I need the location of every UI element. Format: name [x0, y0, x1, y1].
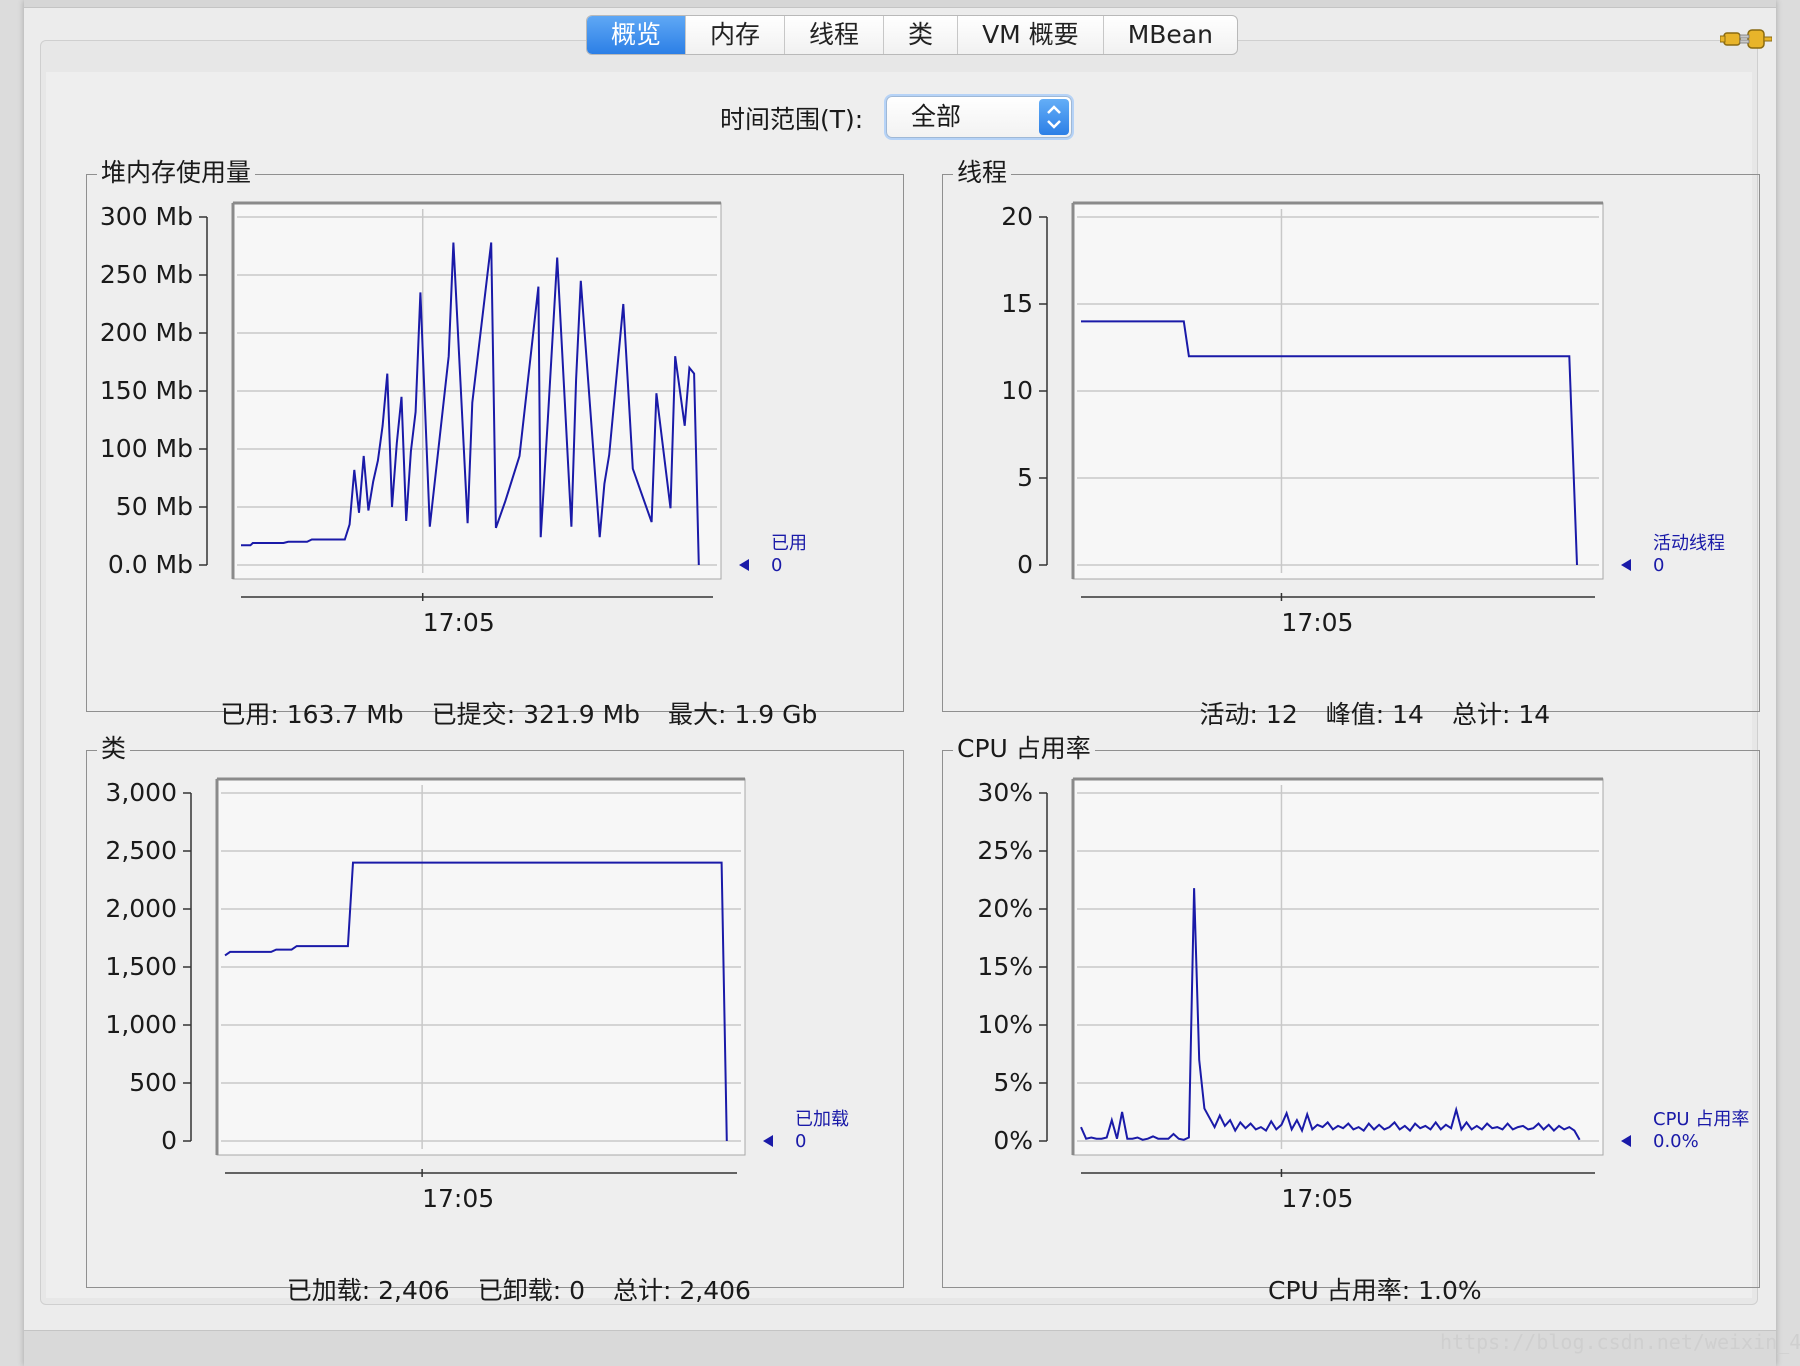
heap-x-tick-label: 17:05 — [423, 608, 495, 637]
classes-y-tick-label: 0 — [161, 1126, 177, 1155]
heap-legend-name: 已用 — [771, 533, 807, 554]
cpu-y-tick-label: 30% — [977, 778, 1033, 807]
legend-marker-icon — [1621, 1135, 1631, 1147]
threads-legend-value: 0 — [1653, 555, 1664, 576]
heap-max-stat: 最大: 1.9 Gb — [668, 700, 818, 729]
cpu-y-tick-label: 10% — [977, 1010, 1033, 1039]
heap-y-tick-label: 50 Mb — [116, 492, 193, 521]
threads-chart-panel: 线程 0 5 10 15 20 17:05 活动线程 0 活动: 12 峰值: 14 总计: 14 — [942, 157, 1760, 729]
time-range-value: 全部 — [911, 102, 962, 131]
time-range-select[interactable]: 全部 — [886, 96, 1072, 138]
classes-y-tick-label: 2,000 — [105, 894, 177, 923]
cpu-chart: 0% 5% 10% 15% 20% 25% 30% 17:05 CPU 占用率0.0% — [977, 777, 1749, 1213]
legend-marker-icon — [1621, 559, 1631, 571]
tab-classes[interactable]: 类 — [884, 16, 959, 54]
classes-y-tick-label: 3,000 — [105, 778, 177, 807]
cpu-legend-value: 0.0% — [1653, 1131, 1699, 1152]
cpu-y-tick-label: 5% — [993, 1068, 1033, 1097]
heap-committed-stat: 已提交: 321.9 Mb — [431, 700, 641, 729]
heap-y-tick-label: 250 Mb — [100, 260, 193, 289]
threads-total-stat: 总计: 14 — [1451, 700, 1551, 729]
cpu-y-tick-label: 0% — [993, 1126, 1033, 1155]
heap-y-tick-label: 300 Mb — [100, 202, 193, 231]
heap-y-tick-label: 0.0 Mb — [108, 550, 193, 579]
threads-live-stat: 活动: 12 — [1199, 700, 1298, 729]
classes-y-tick-label: 1,500 — [105, 952, 177, 981]
threads-x-tick-label: 17:05 — [1281, 608, 1353, 637]
tab-memory[interactable]: 内存 — [686, 16, 786, 54]
threads-y-tick-label: 5 — [1017, 463, 1033, 492]
title-strip — [24, 0, 1776, 8]
classes-chart-panel: 类 0 500 1,000 1,500 2,000 2,500 3,000 17:05 已加载 0… — [86, 733, 904, 1305]
watermark: https://blog.csdn.net/weixin_42330218 — [1440, 1330, 1800, 1354]
threads-y-tick-label: 10 — [1001, 376, 1033, 405]
classes-summary: 已加载: 2,406 已卸载: 0 总计: 2,406 — [87, 1243, 903, 1339]
tab-bar: 概览 内存 线程 类 VM 概要 MBean — [586, 15, 1238, 55]
classes-chart: 05001,0001,5002,0002,5003,00017:05已加载0 — [105, 777, 849, 1213]
classes-unloaded-stat: 已卸载: 0 — [477, 1276, 585, 1305]
cpu-y-tick-label: 20% — [977, 894, 1033, 923]
heap-chart: 0.0 Mb 50 Mb 100 Mb 150 Mb 200 Mb 250 Mb 300 M… — [100, 201, 807, 637]
cpu-summary: CPU 占用率: 1.0% — [943, 1243, 1759, 1339]
time-range-label: 时间范围(T): — [720, 105, 864, 134]
threads-peak-stat: 峰值: 14 — [1325, 700, 1424, 729]
cpu-legend-name: CPU 占用率 — [1653, 1109, 1749, 1130]
tab-vm-summary[interactable]: VM 概要 — [958, 16, 1104, 54]
threads-y-tick-label: 15 — [1001, 289, 1033, 318]
up-down-arrows-icon — [1039, 99, 1069, 135]
heap-legend-value: 0 — [771, 555, 782, 576]
heap-y-tick-label: 100 Mb — [100, 434, 193, 463]
heap-y-tick-label: 200 Mb — [100, 318, 193, 347]
threads-legend-name: 活动线程 — [1653, 533, 1725, 554]
heap-used-stat: 已用: 163.7 Mb — [220, 700, 404, 729]
legend-marker-icon — [739, 559, 749, 571]
cpu-usage-stat: CPU 占用率: 1.0% — [1268, 1276, 1482, 1305]
cpu-chart-panel: CPU 占用率 0% 5% 10% 15% 20% 25% 30% 17:05 CPU 占用率 0… — [942, 733, 1760, 1305]
heap-summary: 已用: 163.7 Mb 已提交: 321.9 Mb 最大: 1.9 Gb — [87, 667, 903, 763]
classes-legend-name: 已加载 — [795, 1109, 849, 1130]
cpu-y-tick-label: 15% — [977, 952, 1033, 981]
tab-mbean[interactable]: MBean — [1104, 16, 1237, 54]
heap-y-tick-label: 150 Mb — [100, 376, 193, 405]
legend-marker-icon — [763, 1135, 773, 1147]
threads-y-tick-label: 20 — [1001, 202, 1033, 231]
classes-y-tick-label: 1,000 — [105, 1010, 177, 1039]
classes-total-stat: 总计: 2,406 — [612, 1276, 751, 1305]
cpu-y-tick-label: 25% — [977, 836, 1033, 865]
threads-chart: 0510152017:05活动线程0 — [1001, 201, 1725, 637]
jconsole-window: 概览 内存 线程 类 VM 概要 MBean 时间范围(T): 全部 堆内存使用… — [24, 0, 1800, 1366]
threads-y-tick-label: 0 — [1017, 550, 1033, 579]
classes-y-tick-label: 2,500 — [105, 836, 177, 865]
heap-memory-chart-panel: 堆内存使用量 0.0 Mb 50 Mb 100 Mb 150 Mb 200 Mb 250 … — [86, 157, 904, 729]
classes-loaded-stat: 已加载: 2,406 — [286, 1276, 450, 1305]
cpu-x-tick-label: 17:05 — [1281, 1184, 1353, 1213]
connection-plug-icon[interactable] — [1720, 24, 1772, 54]
classes-y-tick-label: 500 — [129, 1068, 177, 1097]
classes-x-tick-label: 17:05 — [422, 1184, 494, 1213]
tab-overview[interactable]: 概览 — [587, 16, 687, 54]
classes-legend-value: 0 — [795, 1131, 806, 1152]
tab-threads[interactable]: 线程 — [785, 16, 885, 54]
